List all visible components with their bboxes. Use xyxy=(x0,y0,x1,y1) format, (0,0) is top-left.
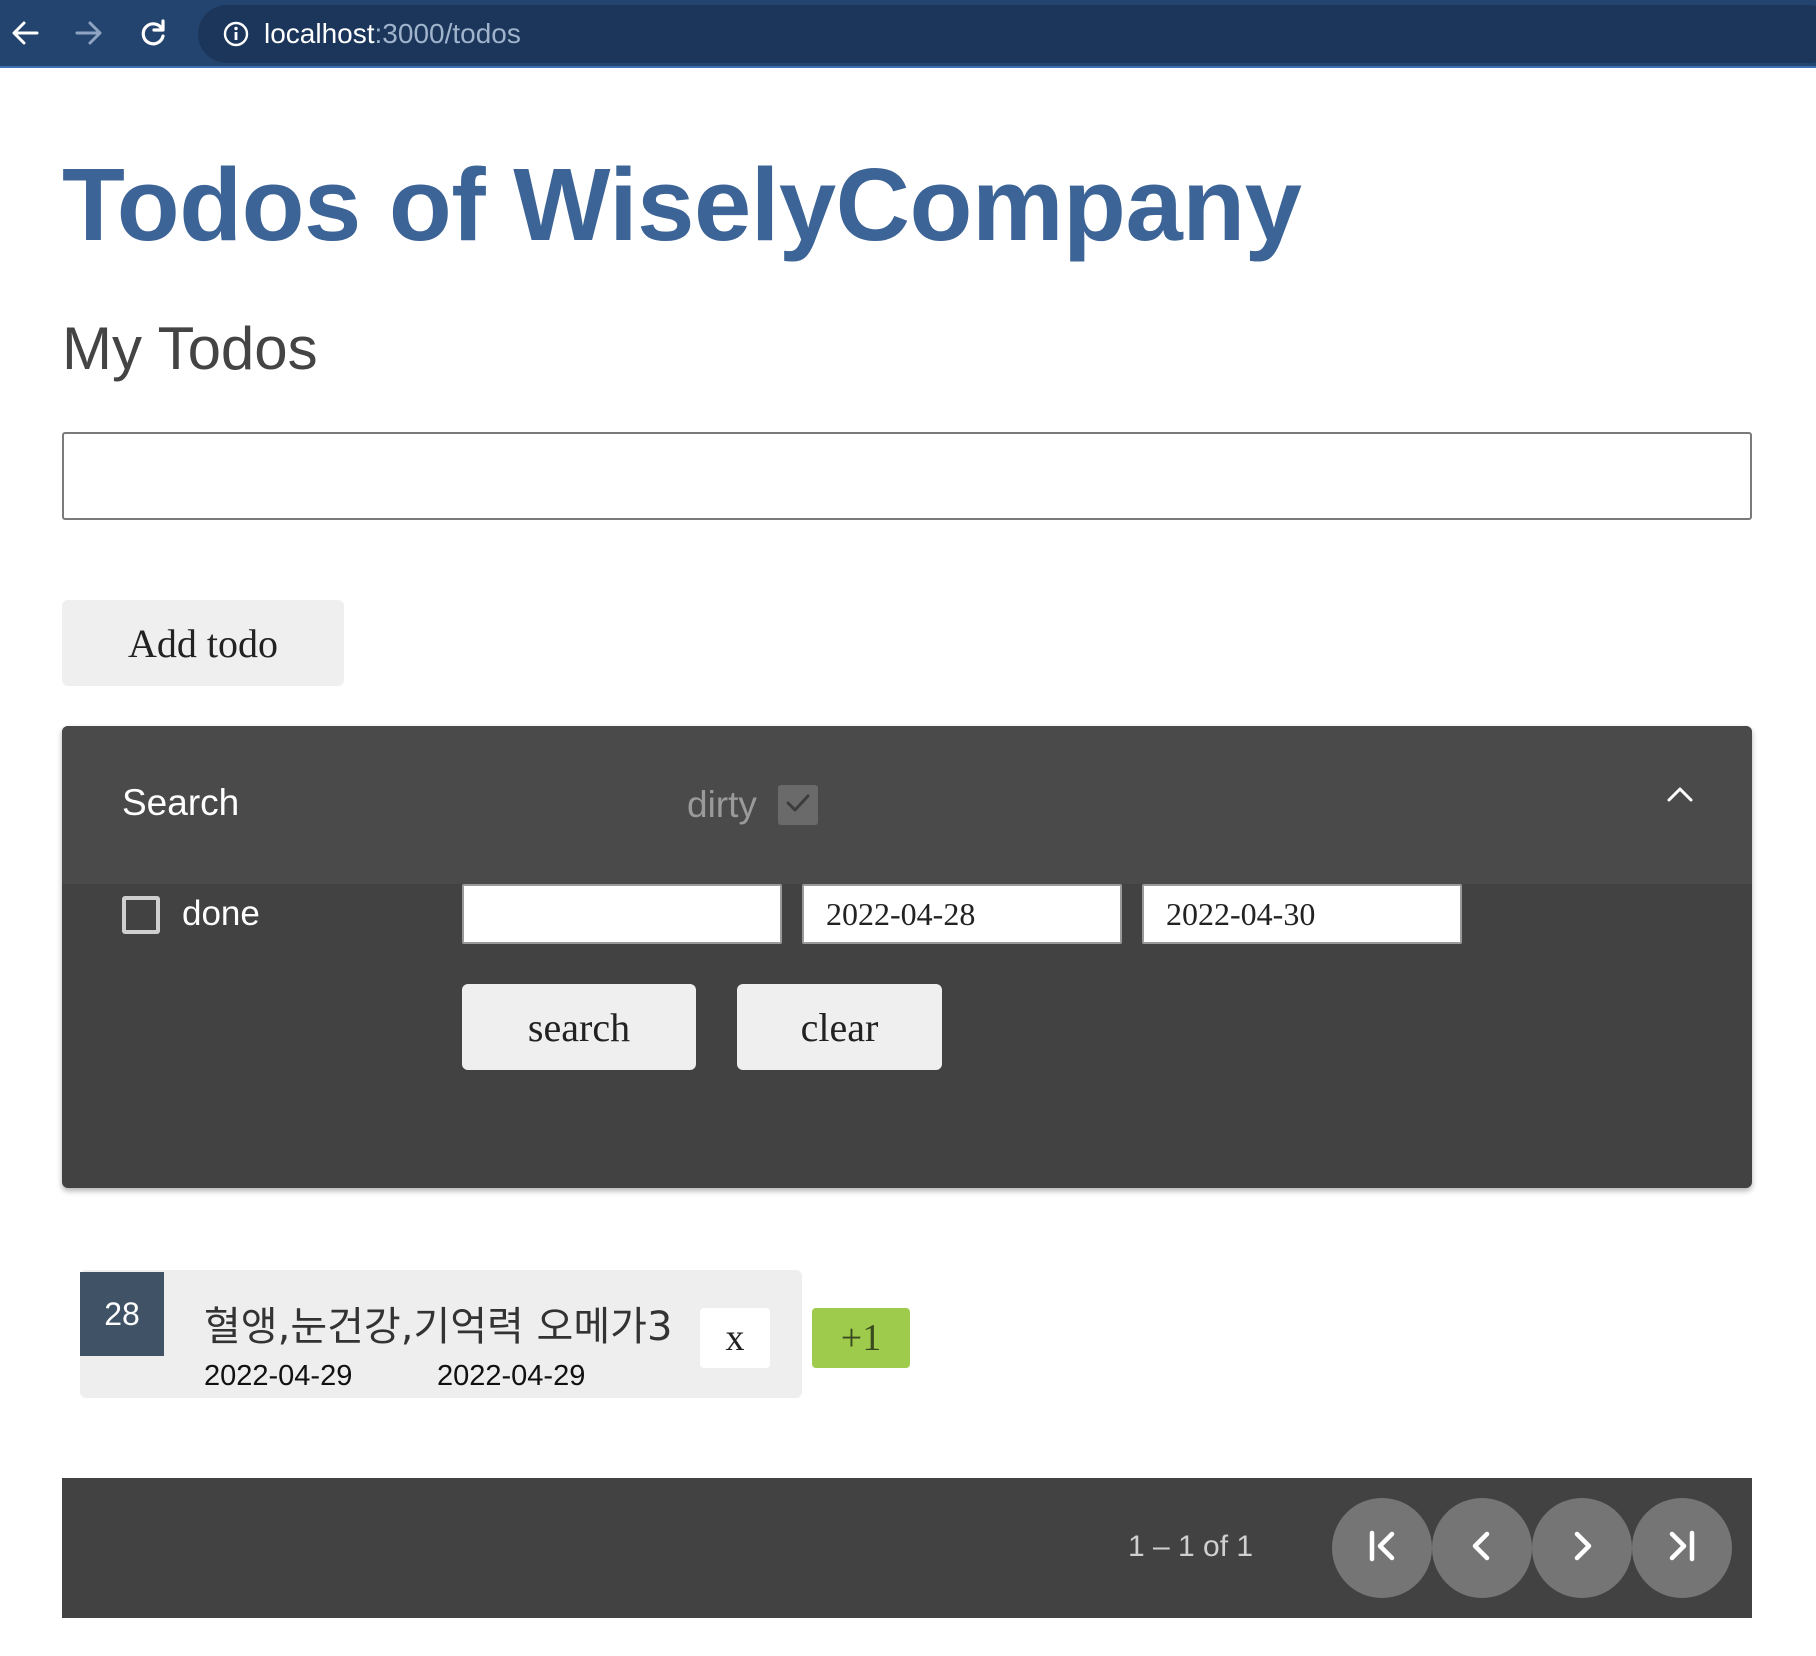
todo-created-date: 2022-04-29 xyxy=(204,1360,353,1392)
new-todo-input[interactable] xyxy=(62,432,1752,520)
chevron-right-icon xyxy=(1560,1524,1604,1573)
browser-toolbar: localhost:3000/todos xyxy=(0,0,1816,68)
url-text: localhost:3000/todos xyxy=(264,18,521,50)
checkmark-icon xyxy=(783,788,813,823)
add-todo-button[interactable]: Add todo xyxy=(62,600,344,686)
app-title: Todos of WiselyCompany xyxy=(62,147,1302,262)
chevron-left-icon xyxy=(1460,1524,1504,1573)
back-button[interactable] xyxy=(2,10,48,56)
url-path: :3000/todos xyxy=(374,18,521,49)
reload-icon xyxy=(137,17,169,49)
dirty-checkbox xyxy=(778,785,818,825)
info-icon[interactable] xyxy=(222,20,250,48)
last-page-button[interactable] xyxy=(1632,1498,1732,1598)
delete-todo-button[interactable]: x xyxy=(700,1308,770,1368)
arrow-right-icon xyxy=(73,17,105,49)
search-button[interactable]: search xyxy=(462,984,696,1070)
start-date-input[interactable] xyxy=(802,884,1122,944)
done-label: done xyxy=(182,894,260,933)
todo-updated-date: 2022-04-29 xyxy=(437,1360,586,1392)
forward-button[interactable] xyxy=(66,10,112,56)
section-title: My Todos xyxy=(62,315,318,382)
first-page-button[interactable] xyxy=(1332,1498,1432,1598)
arrow-left-icon xyxy=(9,17,41,49)
url-host: localhost xyxy=(264,18,375,49)
last-page-icon xyxy=(1660,1524,1704,1573)
plus-one-badge[interactable]: +1 xyxy=(812,1308,910,1368)
page-range-label: 1 – 1 of 1 xyxy=(1128,1530,1254,1563)
paginator: 1 – 1 of 1 xyxy=(62,1478,1752,1618)
clear-button[interactable]: clear xyxy=(737,984,942,1070)
address-bar[interactable]: localhost:3000/todos xyxy=(198,5,1816,63)
search-panel-header[interactable]: Search dirty xyxy=(62,726,1752,884)
keyword-input[interactable] xyxy=(462,884,782,944)
chevron-up-icon[interactable] xyxy=(1658,772,1702,816)
todo-item[interactable]: 28 혈앵,눈건강,기억력 오메가3 2022-04-29 2022-04-29… xyxy=(80,1270,802,1398)
todo-title: 혈앵,눈건강,기억력 오메가3 xyxy=(204,1304,673,1350)
search-panel: Search dirty done search clear xyxy=(62,726,1752,1188)
first-page-icon xyxy=(1360,1524,1404,1573)
end-date-input[interactable] xyxy=(1142,884,1462,944)
dirty-label: dirty xyxy=(687,784,757,825)
search-panel-title: Search xyxy=(122,782,240,823)
previous-page-button[interactable] xyxy=(1432,1498,1532,1598)
reload-button[interactable] xyxy=(130,10,176,56)
done-checkbox[interactable] xyxy=(122,896,160,934)
next-page-button[interactable] xyxy=(1532,1498,1632,1598)
todo-id-badge: 28 xyxy=(80,1272,164,1356)
